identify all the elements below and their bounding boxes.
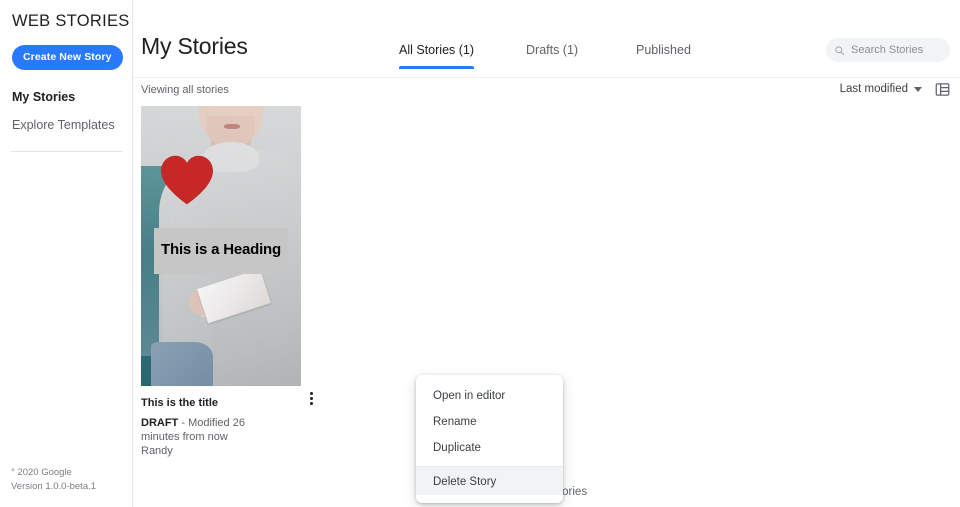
page-title: My Stories xyxy=(141,33,248,59)
tab-all-stories[interactable]: All Stories (1) xyxy=(399,43,475,69)
tab-published[interactable]: Published xyxy=(636,43,691,69)
main-content: My Stories All Stories (1) Drafts (1) Pu… xyxy=(133,0,960,507)
sort-dropdown[interactable]: Last modified xyxy=(840,83,922,95)
search-icon xyxy=(835,45,845,55)
story-thumbnail[interactable]: This is a Heading xyxy=(141,106,301,386)
story-heading-overlay: This is a Heading xyxy=(154,228,288,274)
page-header: My Stories All Stories (1) Drafts (1) Pu… xyxy=(133,0,960,78)
web-stories-dashboard: WEB STORIES Create New Story My Stories … xyxy=(0,0,960,507)
app-brand-title: WEB STORIES xyxy=(12,12,130,30)
create-new-story-button[interactable]: Create New Story xyxy=(12,45,123,70)
story-card-author: Randy xyxy=(141,445,173,457)
status-badge: DRAFT xyxy=(141,417,179,429)
sidebar: WEB STORIES Create New Story My Stories … xyxy=(0,0,133,507)
tab-drafts[interactable]: Drafts (1) xyxy=(526,43,578,69)
heart-icon xyxy=(161,155,213,205)
sidebar-divider xyxy=(11,151,122,152)
story-context-menu: Open in editor Rename Duplicate Delete S… xyxy=(416,375,563,503)
more-vertical-icon[interactable] xyxy=(303,389,319,407)
sidebar-item-explore-templates[interactable]: Explore Templates xyxy=(12,118,115,132)
sort-dropdown-label: Last modified xyxy=(839,83,908,95)
version-text: Version 1.0.0-beta.1 xyxy=(11,481,97,492)
search-input[interactable] xyxy=(851,44,946,56)
story-card: This is a Heading This is the title DRAF… xyxy=(141,106,313,458)
sidebar-footer: ° 2020 Google Version 1.0.0-beta.1 xyxy=(11,466,96,494)
story-card-meta: This is the title DRAFT - Modified 26 mi… xyxy=(141,386,313,458)
viewing-all-stories-label: Viewing all stories xyxy=(141,84,229,96)
status-separator: - xyxy=(178,417,189,429)
search-box[interactable] xyxy=(826,38,950,62)
chevron-down-icon xyxy=(914,86,922,92)
story-card-title: This is the title xyxy=(141,397,219,409)
story-card-status-line: DRAFT - Modified 26 minutes from now xyxy=(141,416,286,444)
grid-view-icon[interactable] xyxy=(935,82,950,97)
copyright-text: ° 2020 Google xyxy=(11,467,72,478)
menu-item-rename[interactable]: Rename xyxy=(416,409,563,435)
menu-item-delete-story[interactable]: Delete Story xyxy=(416,466,563,495)
menu-item-open-in-editor[interactable]: Open in editor xyxy=(416,383,563,409)
subheader-bar: Viewing all stories Last modified xyxy=(133,78,960,106)
sidebar-item-my-stories[interactable]: My Stories xyxy=(12,90,75,104)
menu-item-duplicate[interactable]: Duplicate xyxy=(416,435,563,461)
